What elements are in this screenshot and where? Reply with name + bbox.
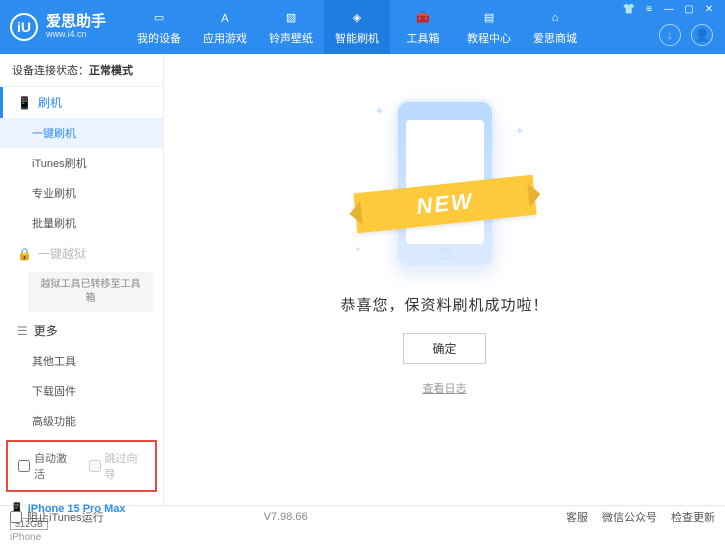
app-header: iU 爱思助手 www.i4.cn ▭我的设备 Ａ应用游戏 ▧铃声壁纸 ◈智能刷… <box>0 0 725 54</box>
version-label: V7.98.66 <box>264 511 308 523</box>
store-icon: ⌂ <box>546 9 564 27</box>
sidebar-jailbreak-notice: 越狱工具已转移至工具箱 <box>28 272 153 312</box>
close-icon[interactable]: ✕ <box>701 4 717 15</box>
success-illustration: ✦ ✦ ✦ NEW <box>335 94 555 274</box>
sidebar-item-itunes-flash[interactable]: iTunes刷机 <box>0 148 163 178</box>
nav-apps[interactable]: Ａ应用游戏 <box>192 0 258 54</box>
ok-button[interactable]: 确定 <box>403 333 485 364</box>
wallpaper-icon: ▧ <box>282 9 300 27</box>
app-name: 爱思助手 <box>46 14 106 31</box>
sidebar-item-batch-flash[interactable]: 批量刷机 <box>0 208 163 238</box>
sidebar-item-pro-flash[interactable]: 专业刷机 <box>0 178 163 208</box>
nav-my-device[interactable]: ▭我的设备 <box>126 0 192 54</box>
sidebar-item-download-firmware[interactable]: 下载固件 <box>0 376 163 406</box>
device-icon: ▭ <box>150 9 168 27</box>
user-icon[interactable]: 👤 <box>691 24 713 46</box>
success-message: 恭喜您，保资料刷机成功啦！ <box>340 294 548 315</box>
nav-store[interactable]: ⌂爱思商城 <box>522 0 588 54</box>
sidebar: 设备连接状态：正常模式 📱刷机 一键刷机 iTunes刷机 专业刷机 批量刷机 … <box>0 54 164 505</box>
more-icon: ☰ <box>17 324 28 338</box>
device-type: iPhone <box>10 532 153 543</box>
sidebar-section-flash[interactable]: 📱刷机 <box>0 87 163 118</box>
nav-toolbox[interactable]: 🧰工具箱 <box>390 0 456 54</box>
sidebar-item-oneclick-flash[interactable]: 一键刷机 <box>0 118 163 148</box>
menu-icon[interactable]: ≡ <box>641 4 657 15</box>
logo-icon: iU <box>10 13 38 41</box>
toolbox-icon: 🧰 <box>414 9 432 27</box>
checkbox-auto-activate[interactable]: 自动激活 <box>18 450 75 482</box>
footer-link-wechat[interactable]: 微信公众号 <box>602 509 657 525</box>
flash-icon: ◈ <box>348 9 366 27</box>
logo: iU 爱思助手 www.i4.cn <box>10 13 106 41</box>
main-content: ✦ ✦ ✦ NEW 恭喜您，保资料刷机成功啦！ 确定 查看日志 <box>164 54 725 505</box>
nav-tutorials[interactable]: ▤教程中心 <box>456 0 522 54</box>
sidebar-item-other-tools[interactable]: 其他工具 <box>0 346 163 376</box>
apps-icon: Ａ <box>216 9 234 27</box>
book-icon: ▤ <box>480 9 498 27</box>
top-nav: ▭我的设备 Ａ应用游戏 ▧铃声壁纸 ◈智能刷机 🧰工具箱 ▤教程中心 ⌂爱思商城 <box>126 0 588 54</box>
sidebar-item-advanced[interactable]: 高级功能 <box>0 406 163 436</box>
sidebar-section-jailbreak: 🔒一键越狱 <box>0 238 163 269</box>
options-highlight-box: 自动激活 跳过向导 <box>6 440 157 492</box>
tshirt-icon[interactable]: 👕 <box>621 4 637 15</box>
app-site: www.i4.cn <box>46 30 106 40</box>
maximize-icon[interactable]: ▢ <box>681 4 697 15</box>
minimize-icon[interactable]: — <box>661 4 677 15</box>
footer-link-update[interactable]: 检查更新 <box>671 509 715 525</box>
phone-icon: 📱 <box>17 96 32 110</box>
lock-icon: 🔒 <box>17 247 32 261</box>
nav-ringtones[interactable]: ▧铃声壁纸 <box>258 0 324 54</box>
connection-status: 设备连接状态：正常模式 <box>0 54 163 87</box>
checkbox-skip-setup[interactable]: 跳过向导 <box>89 450 146 482</box>
footer-link-support[interactable]: 客服 <box>566 509 588 525</box>
sidebar-section-more[interactable]: ☰更多 <box>0 315 163 346</box>
view-log-link[interactable]: 查看日志 <box>423 380 467 396</box>
checkbox-block-itunes[interactable]: 阻止iTunes运行 <box>10 509 104 525</box>
download-icon[interactable]: ↓ <box>659 24 681 46</box>
window-controls: 👕 ≡ — ▢ ✕ <box>621 4 717 15</box>
nav-flash[interactable]: ◈智能刷机 <box>324 0 390 54</box>
